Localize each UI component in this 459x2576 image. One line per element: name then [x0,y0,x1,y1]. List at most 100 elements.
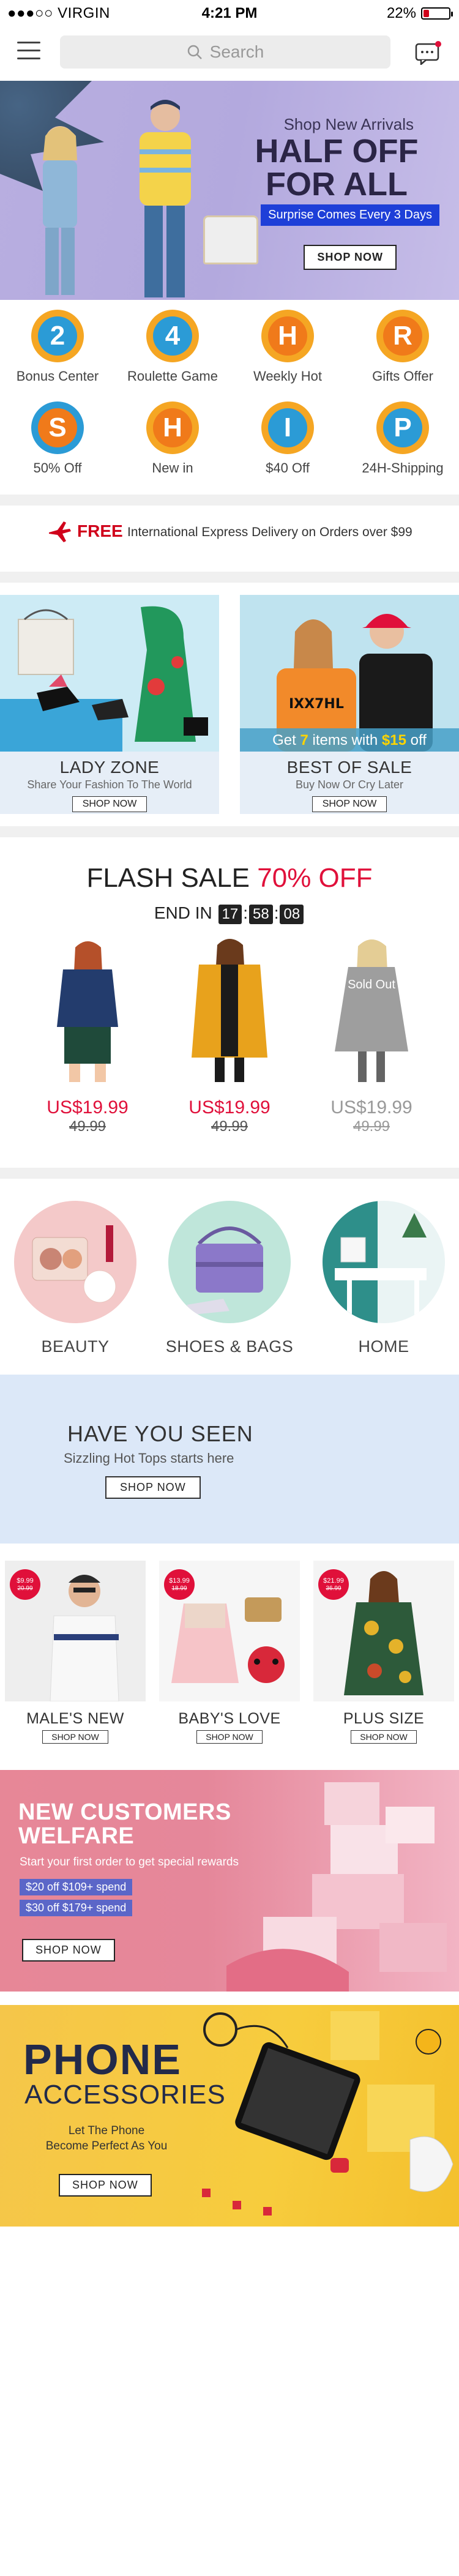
grid-item[interactable]: P 24H-Shipping [345,401,459,476]
best-of-sale-banner[interactable]: IXX7HL Get 7 items with $15 off BEST OF … [240,595,459,814]
category-home[interactable]: HOME [313,1201,454,1356]
lady-zone-image [0,595,219,752]
hero-banner[interactable]: Shop New Arrivals HALF OFF FOR ALL Surpr… [0,81,459,300]
phone-accessories-subtitle-title: ACCESSORIES [24,2080,226,2110]
best-of-sale-promo-pre: Get [272,732,300,749]
lady-zone-caption: LADY ZONE Share Your Fashion To The Worl… [0,752,219,814]
tablet-accessories-image [202,2011,453,2216]
male-new-shop-now-button[interactable]: SHOP NOW [42,1730,108,1744]
free-shipping-bar[interactable]: FREE International Express Delivery on O… [0,506,459,558]
menu-icon[interactable] [17,42,40,61]
have-you-seen-banner[interactable]: HAVE YOU SEEN Sizzling Hot Tops starts h… [0,1375,459,1544]
lady-zone-title: LADY ZONE [59,758,160,777]
grid-item-letter: I [268,408,307,447]
grid-item-label: 24H-Shipping [362,460,444,476]
message-icon[interactable] [415,40,442,66]
grid-item-label: $40 Off [266,460,310,476]
category-shoes-bags[interactable]: SHOES & BAGS [159,1201,300,1356]
flash-item-old-price: 49.99 [211,1118,248,1135]
flash-sale-item[interactable]: US$19.99 49.99 [17,935,158,1155]
new-customers-subtitle: Start your first order to get special re… [20,1856,239,1869]
search-input[interactable]: Search [60,35,390,69]
grid-item[interactable]: H New in [115,401,230,476]
grid-item-label: Bonus Center [16,368,99,384]
search-placeholder: Search [209,42,264,61]
flash-sale-discount: 70% OFF [257,863,373,893]
hero-promo-pill: Surprise Comes Every 3 Days [261,204,439,226]
grid-item[interactable]: 4 Roulette Game [115,310,230,384]
flash-sale-item[interactable]: US$19.99 49.99 [159,935,300,1155]
badge-price: $9.99 [17,1577,34,1585]
grid-item[interactable]: I $40 Off [230,401,345,476]
lady-zone-shop-now-button[interactable]: SHOP NOW [72,796,147,812]
grid-item[interactable]: 2 Bonus Center [0,310,115,384]
male-new-banner[interactable]: $9.99 20.99 MALE'S NEW SHOP NOW [5,1561,146,1757]
svg-text:IXX7HL: IXX7HL [289,696,344,712]
product-image-denim-shirt [57,941,118,1082]
category-label: BEAUTY [41,1337,110,1356]
lady-zone-banner[interactable]: LADY ZONE Share Your Fashion To The Worl… [0,595,219,814]
best-of-sale-subtitle: Buy Now Or Cry Later [295,778,404,791]
grid-item-letter: 4 [153,316,192,356]
hero-shop-now-button[interactable]: SHOP NOW [304,245,397,270]
free-shipping-text: International Express Delivery on Orders… [127,525,412,539]
grid-item[interactable]: S 50% Off [0,401,115,476]
small-banner-label: PLUS SIZE [343,1710,425,1727]
airplane-icon [49,521,71,542]
grid-item-icon: R [376,310,429,362]
grid-item[interactable]: H Weekly Hot [230,310,345,384]
flash-item-price: US$19.99 [47,1097,129,1118]
free-label: FREE [77,521,123,540]
plus-size-banner[interactable]: $21.99 36.99 PLUS SIZE SHOP NOW [313,1561,454,1757]
grid-item-label: 50% Off [33,460,82,476]
flash-item-price: US$19.99 [188,1097,271,1118]
feature-grid: 2 Bonus Center 4 Roulette Game H Weekly Hot R G… [0,310,459,493]
phone-accessories-tagline: Let The Phone Become Perfect As You [33,2124,180,2154]
best-of-sale-promo-count: 7 [300,732,308,749]
lady-zone-subtitle: Share Your Fashion To The World [27,778,192,791]
product-image-grey-dress [310,935,433,1082]
small-banner-label: MALE'S NEW [26,1710,124,1727]
badge-old-price: 36.99 [326,1585,341,1592]
grid-item-icon: S [31,401,84,454]
best-of-sale-caption: BEST OF SALE Buy Now Or Cry Later SHOP N… [240,752,459,814]
grid-item-letter: R [383,316,422,356]
price-badge: $13.99 18.99 [164,1569,195,1600]
best-of-sale-promo-strip: Get 7 items with $15 off [240,728,459,753]
reward-tag: $30 off $179+ spend [20,1900,133,1916]
new-customers-banner[interactable]: NEW CUSTOMERS WELFARE Start your first o… [0,1770,459,1992]
new-customers-shop-now-button[interactable]: SHOP NOW [22,1939,115,1962]
phone-accessories-tagline-2: Become Perfect As You [45,2139,168,2152]
battery-icon [421,7,453,20]
grid-item-icon: P [376,401,429,454]
flash-sale-item-sold-out[interactable]: Sold Out US$19.99 49.99 [301,935,442,1155]
grid-item-icon: 2 [31,310,84,362]
small-banners: $9.99 20.99 MALE'S NEW SHOP NOW $13.99 18.… [0,1561,459,1757]
price-badge: $9.99 20.99 [10,1569,40,1600]
grid-item-letter: 2 [38,316,77,356]
category-label: SHOES & BAGS [165,1337,294,1356]
status-bar: ●●●○○ VIRGIN 4:21 PM 22% [0,0,459,24]
plus-size-shop-now-button[interactable]: SHOP NOW [351,1730,417,1744]
battery-percentage: 22% [386,5,416,21]
grid-item[interactable]: R Gifts Offer [345,310,459,384]
flash-sale-label: FLASH SALE [86,863,250,893]
app-header: Search [0,24,459,81]
best-of-sale-shop-now-button[interactable]: SHOP NOW [312,796,387,812]
best-of-sale-promo-price: $15 [381,732,406,749]
beauty-image [14,1201,136,1323]
section-divider [0,495,459,506]
grid-item-letter: H [153,408,192,447]
model-image-man [140,100,191,297]
new-customers-title: NEW CUSTOMERS WELFARE [18,1801,231,1848]
have-you-seen-shop-now-button[interactable]: SHOP NOW [105,1476,201,1499]
babys-love-shop-now-button[interactable]: SHOP NOW [196,1730,263,1744]
babys-love-banner[interactable]: $13.99 18.99 BABY'S LOVE SHOP NOW [159,1561,300,1757]
category-beauty[interactable]: BEAUTY [5,1201,146,1356]
section-divider [0,826,459,837]
new-customers-title-line2: WELFARE [18,1823,135,1849]
grid-item-icon: H [261,310,314,362]
grid-item-letter: H [268,316,307,356]
phone-accessories-banner[interactable]: PHONE ACCESSORIES Let The Phone Become P… [0,2005,459,2227]
phone-accessories-shop-now-button[interactable]: SHOP NOW [59,2174,152,2197]
